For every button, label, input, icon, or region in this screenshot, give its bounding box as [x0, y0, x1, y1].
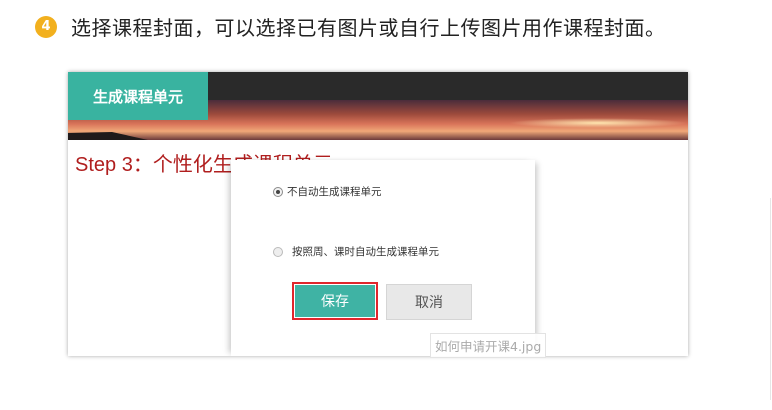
save-button-highlight: 保存: [292, 282, 378, 320]
page-title-tab: 生成课程单元: [68, 72, 208, 120]
banner-glow: [508, 118, 688, 128]
save-button[interactable]: 保存: [295, 285, 375, 317]
screenshot-frame: 生成课程单元 Step 3：个性化生成课程单元 不自动生成课程单元 按照周、课时…: [68, 72, 688, 356]
divider: [770, 198, 771, 400]
cancel-button[interactable]: 取消: [386, 284, 472, 320]
radio-unselected-icon[interactable]: [273, 246, 283, 257]
step-number-badge: 4: [35, 15, 57, 38]
option-auto-by-week[interactable]: 按照周、课时自动生成课程单元: [273, 244, 439, 259]
filename-watermark: 如何申请开课4.jpg: [430, 333, 547, 358]
instruction-line: 4 选择课程封面，可以选择已有图片或自行上传图片用作课程封面。: [35, 12, 666, 41]
options-dialog: 不自动生成课程单元 按照周、课时自动生成课程单元 保存 取消: [231, 160, 535, 356]
option-label: 不自动生成课程单元: [287, 186, 382, 198]
option-label: 按照周、课时自动生成课程单元: [292, 246, 439, 258]
option-no-auto[interactable]: 不自动生成课程单元: [273, 184, 382, 199]
radio-selected-icon[interactable]: [273, 186, 283, 197]
instruction-text: 选择课程封面，可以选择已有图片或自行上传图片用作课程封面。: [71, 16, 666, 40]
